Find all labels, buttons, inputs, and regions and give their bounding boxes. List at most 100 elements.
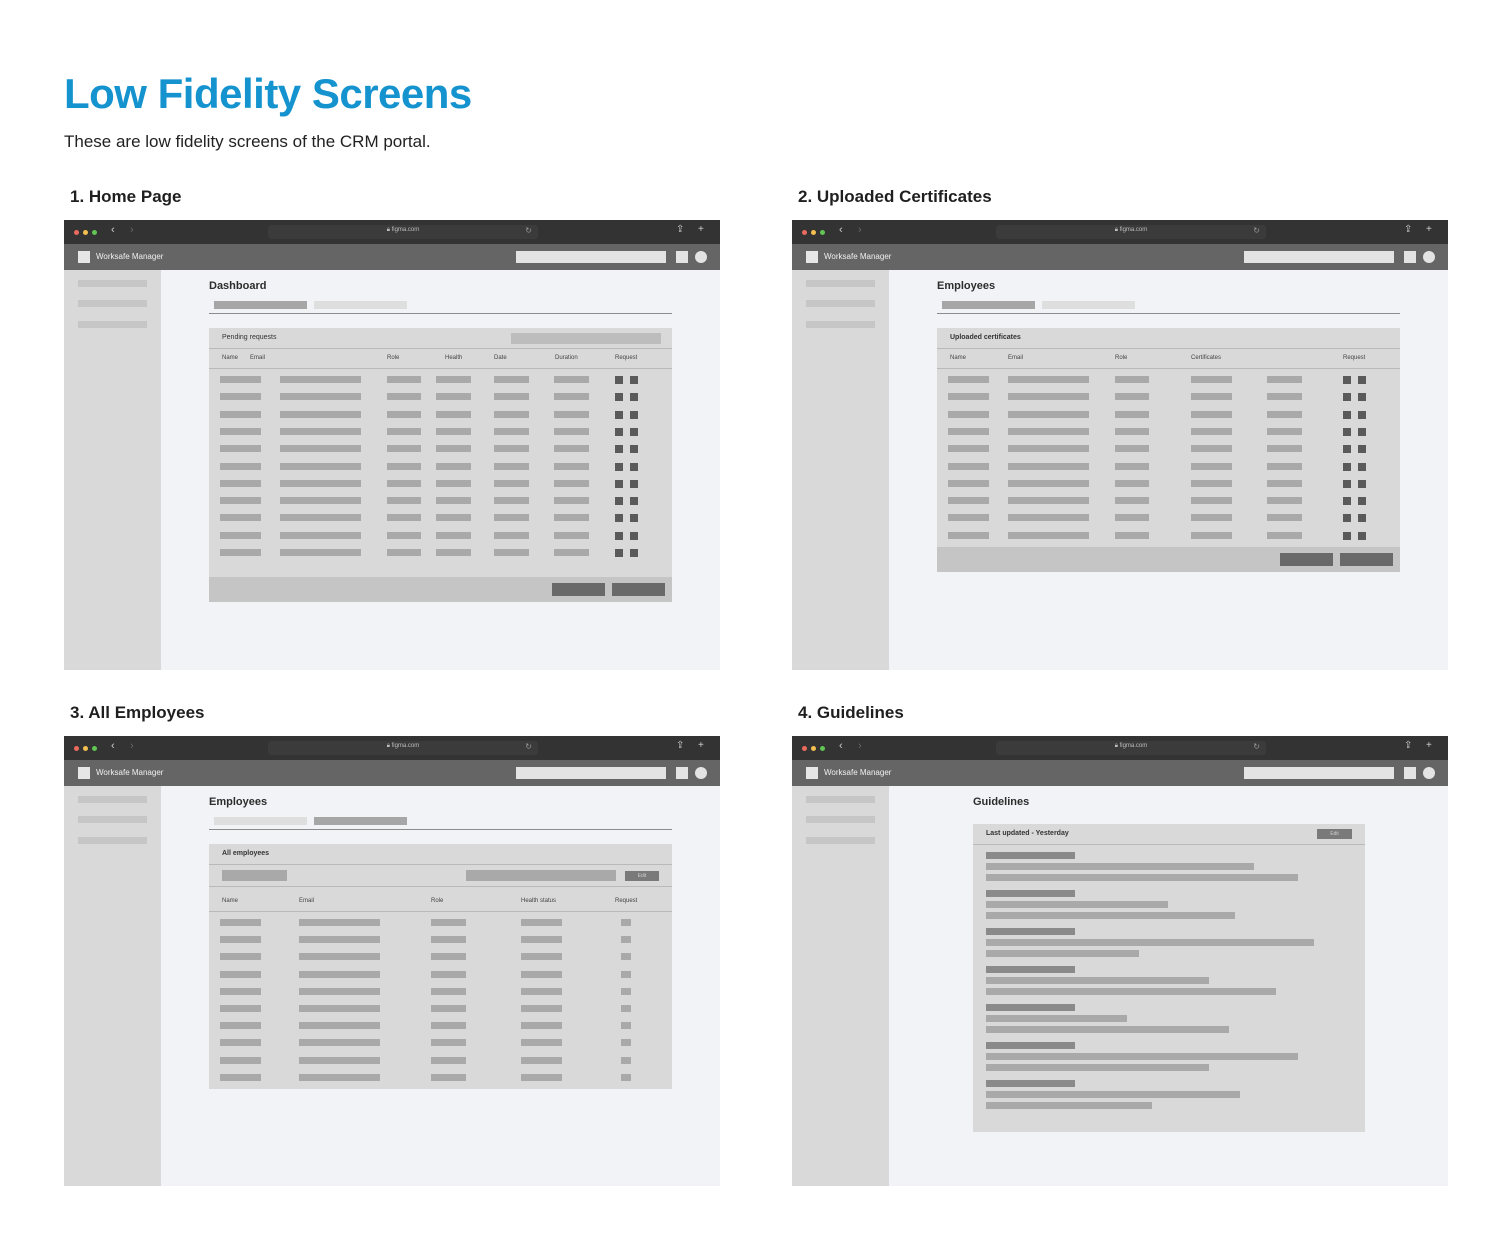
approve-button[interactable] xyxy=(1343,393,1351,402)
request-button[interactable] xyxy=(621,1022,631,1030)
tab-inactive[interactable] xyxy=(1042,301,1135,309)
tab-active[interactable] xyxy=(214,301,307,309)
share-icon[interactable]: ⇪ xyxy=(676,224,684,235)
approve-button[interactable] xyxy=(615,514,623,523)
filter-input[interactable] xyxy=(222,870,287,881)
sidebar-item[interactable] xyxy=(78,300,147,307)
table-row[interactable] xyxy=(209,936,672,944)
minimize-dot[interactable] xyxy=(83,746,88,751)
approve-button[interactable] xyxy=(1343,514,1351,523)
maximize-dot[interactable] xyxy=(820,746,825,751)
primary-button[interactable] xyxy=(1340,553,1393,566)
table-row[interactable] xyxy=(209,549,672,557)
table-row[interactable] xyxy=(209,987,672,996)
table-row[interactable] xyxy=(937,479,1400,488)
table-row[interactable] xyxy=(937,497,1400,506)
table-row[interactable] xyxy=(209,497,672,506)
approve-button[interactable] xyxy=(615,497,623,506)
secondary-button[interactable] xyxy=(1280,553,1333,566)
reject-button[interactable] xyxy=(1358,410,1366,419)
approve-button[interactable] xyxy=(1343,497,1351,506)
request-button[interactable] xyxy=(621,1039,631,1047)
chevron-left-icon[interactable]: ‹ xyxy=(839,740,843,752)
panel-search-input[interactable] xyxy=(511,333,661,344)
url-bar[interactable]: 🔒︎ figma.com ↻ xyxy=(996,741,1266,755)
reject-button[interactable] xyxy=(630,462,638,471)
reload-icon[interactable]: ↻ xyxy=(525,226,532,235)
maximize-dot[interactable] xyxy=(820,230,825,235)
reload-icon[interactable]: ↻ xyxy=(525,742,532,751)
reject-button[interactable] xyxy=(630,445,638,454)
tab-inactive[interactable] xyxy=(314,301,407,309)
sidebar-item[interactable] xyxy=(806,321,875,328)
sidebar-item[interactable] xyxy=(78,816,147,823)
chevron-right-icon[interactable]: › xyxy=(858,740,862,752)
url-bar[interactable]: 🔒︎ figma.com ↻ xyxy=(996,225,1266,239)
chevron-left-icon[interactable]: ‹ xyxy=(839,224,843,236)
table-row[interactable] xyxy=(209,393,672,402)
close-dot[interactable] xyxy=(802,230,807,235)
table-row[interactable] xyxy=(937,531,1400,540)
approve-button[interactable] xyxy=(615,462,623,471)
avatar[interactable] xyxy=(695,251,707,263)
chevron-left-icon[interactable]: ‹ xyxy=(111,224,115,236)
chevron-right-icon[interactable]: › xyxy=(858,224,862,236)
request-button[interactable] xyxy=(621,919,631,926)
reject-button[interactable] xyxy=(630,531,638,540)
sidebar-item[interactable] xyxy=(806,837,875,844)
reject-button[interactable] xyxy=(1358,445,1366,454)
reload-icon[interactable]: ↻ xyxy=(1253,742,1260,751)
table-row[interactable] xyxy=(937,445,1400,454)
notifications-button[interactable] xyxy=(1404,767,1416,779)
table-row[interactable] xyxy=(937,376,1400,384)
sidebar-item[interactable] xyxy=(806,280,875,287)
approve-button[interactable] xyxy=(1343,376,1351,384)
reject-button[interactable] xyxy=(1358,376,1366,384)
approve-button[interactable] xyxy=(1343,462,1351,471)
table-row[interactable] xyxy=(209,970,672,979)
table-row[interactable] xyxy=(209,462,672,471)
reject-button[interactable] xyxy=(1358,531,1366,540)
reject-button[interactable] xyxy=(1358,462,1366,471)
search-input[interactable] xyxy=(1244,767,1394,779)
approve-button[interactable] xyxy=(615,531,623,540)
search-input[interactable] xyxy=(466,870,616,881)
search-input[interactable] xyxy=(1244,251,1394,263)
close-dot[interactable] xyxy=(74,746,79,751)
plus-icon[interactable]: + xyxy=(1426,224,1432,235)
table-row[interactable] xyxy=(209,1056,672,1065)
request-button[interactable] xyxy=(621,1073,631,1081)
table-row[interactable] xyxy=(937,410,1400,419)
chevron-right-icon[interactable]: › xyxy=(130,224,134,236)
table-row[interactable] xyxy=(209,445,672,454)
chevron-right-icon[interactable]: › xyxy=(130,740,134,752)
sidebar-item[interactable] xyxy=(806,796,875,803)
table-row[interactable] xyxy=(209,1005,672,1013)
approve-button[interactable] xyxy=(615,393,623,402)
table-row[interactable] xyxy=(209,531,672,540)
request-button[interactable] xyxy=(621,970,631,978)
approve-button[interactable] xyxy=(615,376,623,384)
tab-inactive[interactable] xyxy=(214,817,307,825)
reject-button[interactable] xyxy=(1358,427,1366,436)
avatar[interactable] xyxy=(1423,251,1435,263)
request-button[interactable] xyxy=(621,936,631,944)
sidebar-item[interactable] xyxy=(806,300,875,307)
minimize-dot[interactable] xyxy=(83,230,88,235)
reject-button[interactable] xyxy=(1358,479,1366,488)
edit-button[interactable]: Edit xyxy=(1317,829,1352,839)
approve-button[interactable] xyxy=(1343,445,1351,454)
avatar[interactable] xyxy=(695,767,707,779)
search-input[interactable] xyxy=(516,251,666,263)
secondary-button[interactable] xyxy=(552,583,605,596)
reload-icon[interactable]: ↻ xyxy=(1253,226,1260,235)
sidebar-item[interactable] xyxy=(78,280,147,287)
approve-button[interactable] xyxy=(1343,479,1351,488)
close-dot[interactable] xyxy=(802,746,807,751)
approve-button[interactable] xyxy=(1343,427,1351,436)
reject-button[interactable] xyxy=(630,427,638,436)
sidebar-item[interactable] xyxy=(78,796,147,803)
table-row[interactable] xyxy=(209,1022,672,1030)
sidebar-item[interactable] xyxy=(806,816,875,823)
reject-button[interactable] xyxy=(630,479,638,488)
